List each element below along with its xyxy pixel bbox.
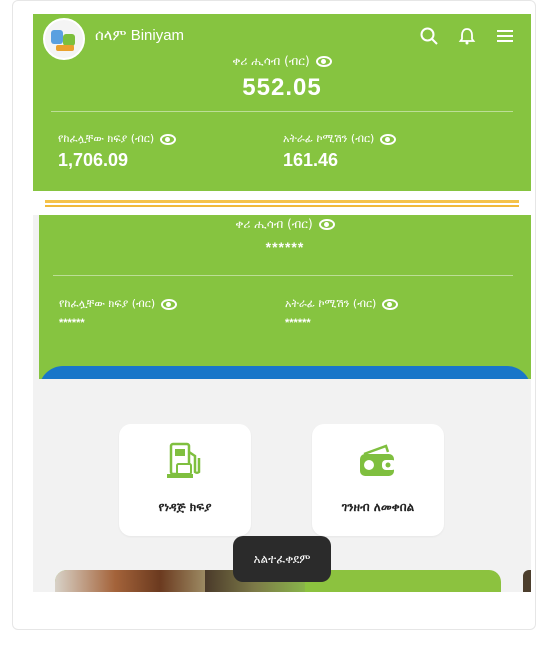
- hidden-bonus-value: ******: [285, 317, 311, 329]
- bonus-label: አትራፊ ኮሚሽን (ብር): [283, 132, 375, 145]
- hidden-bonus-label: አትራፊ ኮሚሽን (ብር): [285, 297, 377, 310]
- eye-icon[interactable]: [161, 298, 178, 310]
- separator-stripe: [45, 205, 519, 207]
- hidden-balance-label-row: ቀሪ ሒሳብ (ብር): [39, 217, 531, 232]
- menu-icon[interactable]: [495, 26, 515, 46]
- divider: [51, 111, 513, 112]
- receive-money-tile[interactable]: ገንዘብ ለመቀበል: [312, 424, 444, 536]
- next-banner-peek[interactable]: [523, 570, 531, 592]
- fuel-payment-label: የነዳጅ ክፍያ: [158, 500, 212, 514]
- separator-stripe: [45, 200, 519, 203]
- receive-money-label: ገንዘብ ለመቀበል: [341, 500, 415, 514]
- hidden-paid-label-row: የከፈሏቸው ክፍያ (ብር): [59, 297, 178, 311]
- bell-icon[interactable]: [457, 26, 477, 46]
- hidden-paid-label: የከፈሏቸው ክፍያ (ብር): [59, 297, 156, 310]
- toast-message: አልተፈቀደም: [233, 536, 331, 582]
- bonus-value: 161.46: [283, 150, 339, 170]
- eye-icon[interactable]: [318, 219, 335, 230]
- paid-value: 1,706.09: [58, 150, 129, 170]
- eye-icon[interactable]: [315, 56, 332, 67]
- hidden-balance-label: ቀሪ ሒሳብ (ብር): [235, 217, 313, 231]
- hidden-balance-card: ቀሪ ሒሳብ (ብር) ****** የከፈሏቸው ክፍያ (ብር) *****…: [39, 215, 531, 385]
- balance-label-row: ቀሪ ሒሳብ (ብር): [33, 54, 531, 69]
- bonus-label-row: አትራፊ ኮሚሽን (ብር): [283, 132, 397, 146]
- greeting-text: ሰላም Biniyam: [95, 27, 185, 44]
- fuel-payment-icon: [163, 440, 207, 484]
- balance-card: ሰላም Biniyam ቀሪ ሒሳብ (ብር) 552.05 የከፈሏቸው ክፍ…: [33, 14, 531, 191]
- paid-label-row: የከፈሏቸው ክፍያ (ብር): [58, 132, 177, 146]
- hidden-paid-value: ******: [59, 317, 85, 329]
- banner-photo: [55, 570, 205, 592]
- wallet-receive-icon: [356, 440, 400, 484]
- balance-value: 552.05: [242, 74, 322, 101]
- app-screen: ሰላም Biniyam ቀሪ ሒሳብ (ብር) 552.05 የከፈሏቸው ክፍ…: [33, 14, 531, 592]
- hidden-bonus-label-row: አትራፊ ኮሚሽን (ብር): [285, 297, 399, 311]
- fuel-payment-tile[interactable]: የነዳጅ ክፍያ: [119, 424, 251, 536]
- search-icon[interactable]: [419, 26, 439, 46]
- hidden-balance-value: ******: [265, 239, 305, 255]
- separator-gap: [33, 191, 531, 215]
- divider: [53, 275, 513, 276]
- eye-icon[interactable]: [382, 298, 399, 310]
- balance-label: ቀሪ ሒሳብ (ብር): [232, 54, 310, 68]
- eye-icon[interactable]: [380, 133, 397, 145]
- paid-label: የከፈሏቸው ክፍያ (ብር): [58, 132, 155, 145]
- eye-icon[interactable]: [160, 133, 177, 145]
